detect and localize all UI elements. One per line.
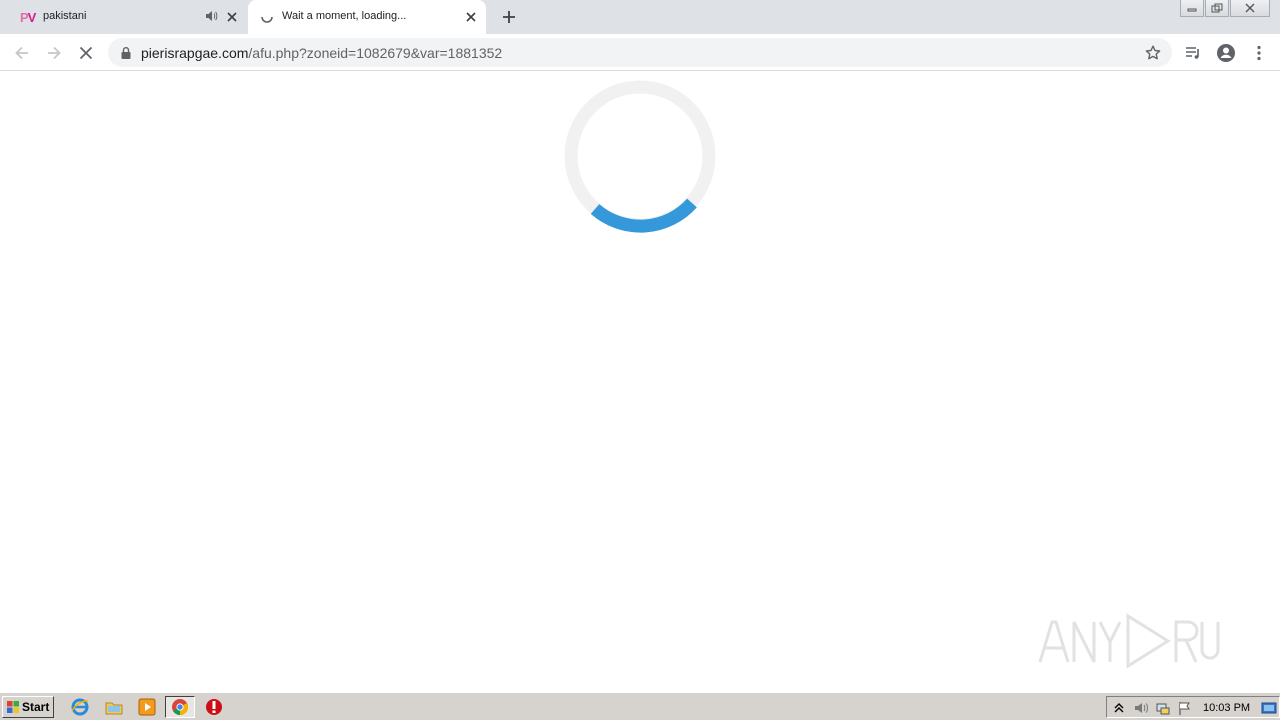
- close-icon[interactable]: [224, 9, 240, 25]
- internet-explorer-icon[interactable]: [70, 697, 90, 717]
- loading-spinner-icon: [261, 16, 273, 23]
- site-favicon-icon: PV: [20, 10, 36, 25]
- show-hidden-icons-icon[interactable]: [1111, 700, 1127, 716]
- url-text: pierisrapgae.com/afu.php?zoneid=1082679&…: [141, 45, 503, 61]
- forward-arrow-icon[interactable]: [44, 43, 64, 63]
- anyrun-watermark-logo: [1038, 613, 1220, 669]
- restore-button[interactable]: [1205, 0, 1229, 17]
- opera-icon[interactable]: [204, 697, 224, 717]
- window-close-button[interactable]: [1230, 0, 1270, 17]
- start-button[interactable]: Start: [2, 696, 54, 718]
- network-icon[interactable]: [1155, 700, 1171, 716]
- loading-spinner: [564, 80, 716, 233]
- address-bar[interactable]: pierisrapgae.com/afu.php?zoneid=1082679&…: [108, 38, 1172, 67]
- action-center-flag-icon[interactable]: [1177, 700, 1193, 716]
- back-arrow-icon[interactable]: [12, 43, 32, 63]
- clock[interactable]: 10:03 PM: [1203, 702, 1250, 714]
- system-tray: 10:03 PM: [1106, 696, 1280, 718]
- close-icon: [1245, 3, 1255, 13]
- file-explorer-icon[interactable]: [104, 697, 124, 717]
- page-content: [0, 72, 1280, 692]
- tab-strip: PV pakistani Wait a moment, loading...: [0, 0, 1280, 34]
- close-icon[interactable]: [463, 9, 479, 25]
- tab-pakistani[interactable]: PV pakistani: [8, 0, 246, 34]
- browser-toolbar: pierisrapgae.com/afu.php?zoneid=1082679&…: [0, 34, 1280, 71]
- tab-title: Wait a moment, loading...: [282, 10, 407, 22]
- speaker-icon[interactable]: [204, 9, 218, 23]
- new-tab-plus-icon[interactable]: [500, 8, 518, 26]
- window-controls: [1179, 0, 1270, 17]
- chrome-icon: [172, 699, 188, 715]
- chrome-taskbar-button[interactable]: [165, 696, 195, 718]
- menu-kebab-icon[interactable]: [1249, 43, 1269, 63]
- media-queue-icon[interactable]: [1183, 43, 1203, 63]
- windows-logo-icon: [7, 701, 19, 713]
- windows-taskbar: Start 10:03 PM: [0, 692, 1280, 720]
- restore-icon: [1211, 3, 1223, 13]
- show-desktop-icon[interactable]: [1261, 700, 1277, 716]
- minimize-button[interactable]: [1180, 0, 1204, 17]
- stop-loading-icon[interactable]: [76, 43, 96, 63]
- start-label: Start: [22, 700, 50, 714]
- tab-title: pakistani: [43, 10, 87, 22]
- volume-icon[interactable]: [1133, 700, 1149, 716]
- screen: PV pakistani Wait a moment, loading... p…: [0, 0, 1280, 720]
- minimize-icon: [1187, 8, 1197, 12]
- lock-icon: [121, 47, 131, 59]
- media-player-icon[interactable]: [137, 697, 157, 717]
- bookmark-star-icon[interactable]: [1144, 44, 1162, 62]
- tab-loading[interactable]: Wait a moment, loading...: [248, 0, 486, 34]
- profile-avatar-icon[interactable]: [1216, 43, 1236, 63]
